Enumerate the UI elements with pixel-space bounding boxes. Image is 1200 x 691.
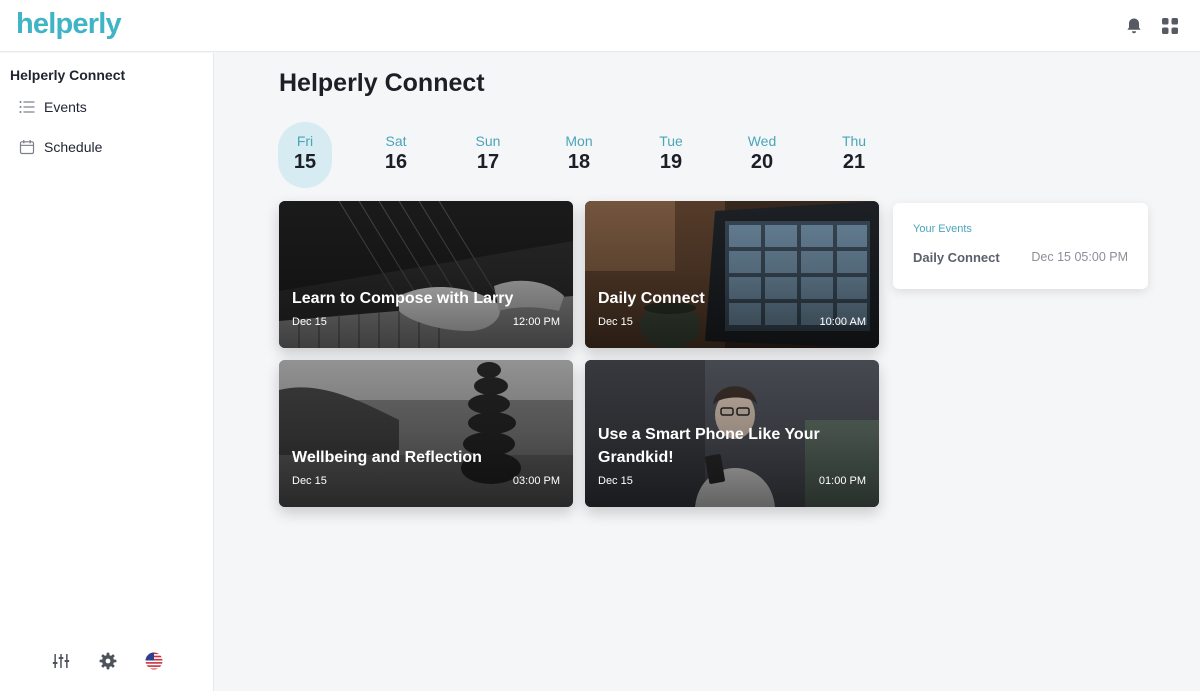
event-time: 10:00 AM [819,316,866,328]
day-tab-tue[interactable]: Tue 19 [644,122,698,188]
day-tab-sat[interactable]: Sat 16 [369,122,423,188]
event-title: Use a Smart Phone Like Your Grandkid! [598,426,820,466]
event-card[interactable]: Learn to Compose with Larry Dec 15 12:00… [279,201,573,348]
list-icon [14,97,40,117]
helperly-logo[interactable]: helperly [16,8,122,41]
apps-grid-icon[interactable] [1160,16,1180,36]
sidebar-item-schedule[interactable]: Schedule [10,133,200,161]
event-card[interactable]: Daily Connect Dec 15 10:00 AM [585,201,879,348]
day-date: 19 [659,151,683,173]
your-events-panel: Your Events Daily Connect Dec 15 05:00 P… [893,203,1148,289]
day-tab-mon[interactable]: Mon 18 [552,122,606,188]
day-date: 16 [384,151,408,173]
day-name: Wed [747,133,777,149]
sidebar-item-events[interactable]: Events [10,93,200,121]
event-time: 01:00 PM [818,475,866,487]
day-date: 17 [476,151,500,173]
event-date: Dec 15 [292,316,327,328]
sidebar-item-label: Events [44,99,87,115]
day-tab-sun[interactable]: Sun 17 [461,122,515,188]
your-event-item[interactable]: Daily Connect Dec 15 05:00 PM [913,250,1128,268]
us-flag-icon[interactable] [144,651,164,671]
day-tab-wed[interactable]: Wed 20 [735,122,789,188]
day-name: Sat [385,133,407,149]
day-name: Tue [659,133,683,149]
bell-icon[interactable] [1124,16,1144,36]
day-name: Thu [841,133,867,149]
day-tab-thu[interactable]: Thu 21 [827,122,881,188]
day-date: 15 [293,151,317,173]
event-title: Daily Connect [598,290,705,307]
event-date: Dec 15 [292,475,327,487]
sliders-icon[interactable] [51,651,71,671]
event-date: Dec 15 [598,316,633,328]
your-events-title: Your Events [913,223,972,235]
event-time: 12:00 PM [512,316,560,328]
event-title: Learn to Compose with Larry [292,290,514,307]
day-name: Mon [565,133,593,149]
event-time: 03:00 PM [512,475,560,487]
your-event-datetime: Dec 15 05:00 PM [1031,250,1128,264]
day-name: Sun [475,133,501,149]
event-title: Wellbeing and Reflection [292,449,482,466]
sidebar-item-label: Schedule [44,139,103,155]
day-name: Fri [296,133,314,149]
your-event-name: Daily Connect [913,250,1000,265]
sidebar-title: Helperly Connect [10,67,126,83]
page-title: Helperly Connect [279,69,485,97]
day-date: 21 [842,151,866,173]
day-date: 20 [750,151,774,173]
day-tab-fri[interactable]: Fri 15 [278,122,332,188]
calendar-icon [14,137,40,157]
top-bar: helperly [0,0,1200,52]
gear-icon[interactable] [98,651,118,671]
event-date: Dec 15 [598,475,633,487]
event-card[interactable]: Wellbeing and Reflection Dec 15 03:00 PM [279,360,573,507]
main-content: Helperly Connect Fri 15 Sat 16 Sun 17 Mo… [214,53,1200,691]
day-date: 18 [567,151,591,173]
event-card[interactable]: Use a Smart Phone Like Your Grandkid! De… [585,360,879,507]
sidebar: Helperly Connect Events Schedule [0,53,214,691]
